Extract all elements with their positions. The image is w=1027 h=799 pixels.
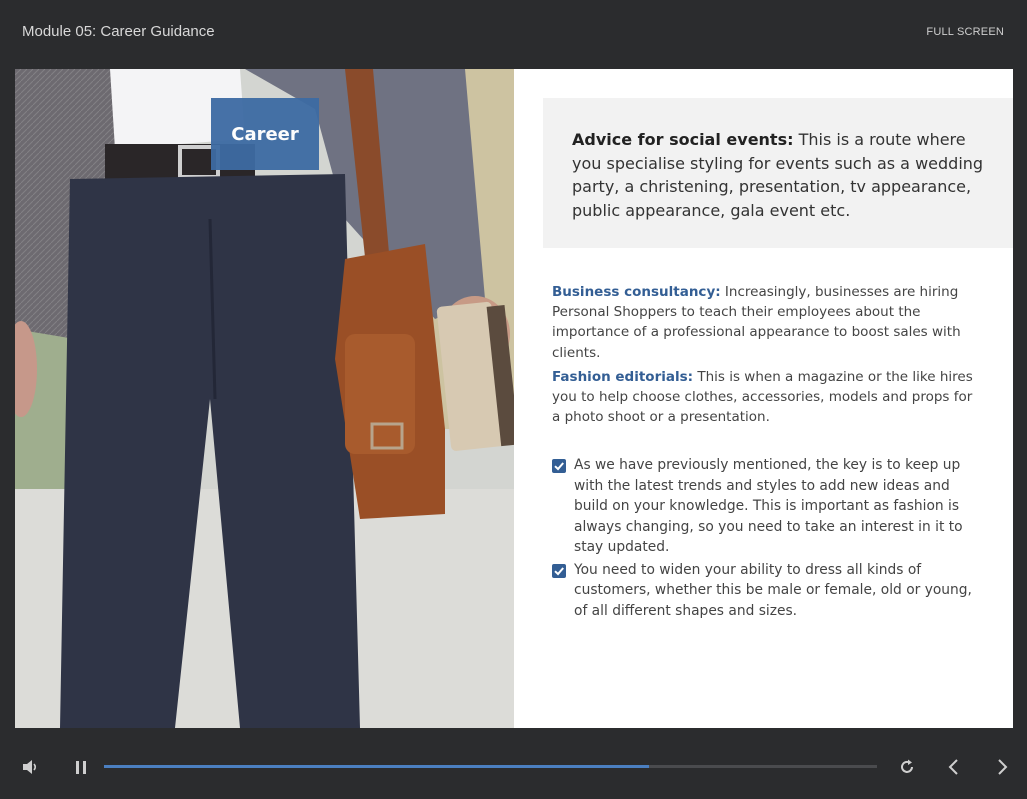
career-tag: Career <box>211 98 319 170</box>
paragraph-list: Business consultancy: Increasingly, busi… <box>552 282 982 431</box>
checklist-item: You need to widen your ability to dress … <box>552 560 982 622</box>
checklist-item: As we have previously mentioned, the key… <box>552 455 982 558</box>
progress-fill <box>104 765 649 768</box>
top-bar: Module 05: Career Guidance FULL SCREEN <box>0 0 1027 66</box>
checkbox-checked-icon <box>552 563 566 578</box>
previous-icon[interactable] <box>944 757 968 777</box>
callout-lead: Advice for social events: <box>572 130 794 149</box>
player-controls <box>0 740 1027 799</box>
progress-bar[interactable] <box>104 765 877 768</box>
fullscreen-button[interactable]: FULL SCREEN <box>926 26 1004 38</box>
module-title: Module 05: Career Guidance <box>22 23 215 40</box>
volume-icon[interactable] <box>20 757 44 777</box>
slide: Career Advice for social events: This is… <box>15 69 1013 728</box>
paragraph-label: Fashion editorials: <box>552 368 694 385</box>
replay-icon[interactable] <box>897 757 921 777</box>
callout-box: Advice for social events: This is a rout… <box>543 98 1013 248</box>
next-icon[interactable] <box>992 757 1016 777</box>
checklist-item-text: As we have previously mentioned, the key… <box>574 457 963 555</box>
checkbox-checked-icon <box>552 459 566 473</box>
checklist-item-text: You need to widen your ability to dress … <box>574 561 972 619</box>
checklist: As we have previously mentioned, the key… <box>552 455 982 623</box>
paragraph-business-consultancy: Business consultancy: Increasingly, busi… <box>552 282 982 363</box>
paragraph-label: Business consultancy: <box>552 284 721 300</box>
callout-text: Advice for social events: This is a rout… <box>572 128 993 222</box>
paragraph-fashion-editorials: Fashion editorials: This is when a magaz… <box>552 367 982 428</box>
slide-photo: Career <box>15 69 514 728</box>
pause-icon[interactable] <box>72 757 96 777</box>
